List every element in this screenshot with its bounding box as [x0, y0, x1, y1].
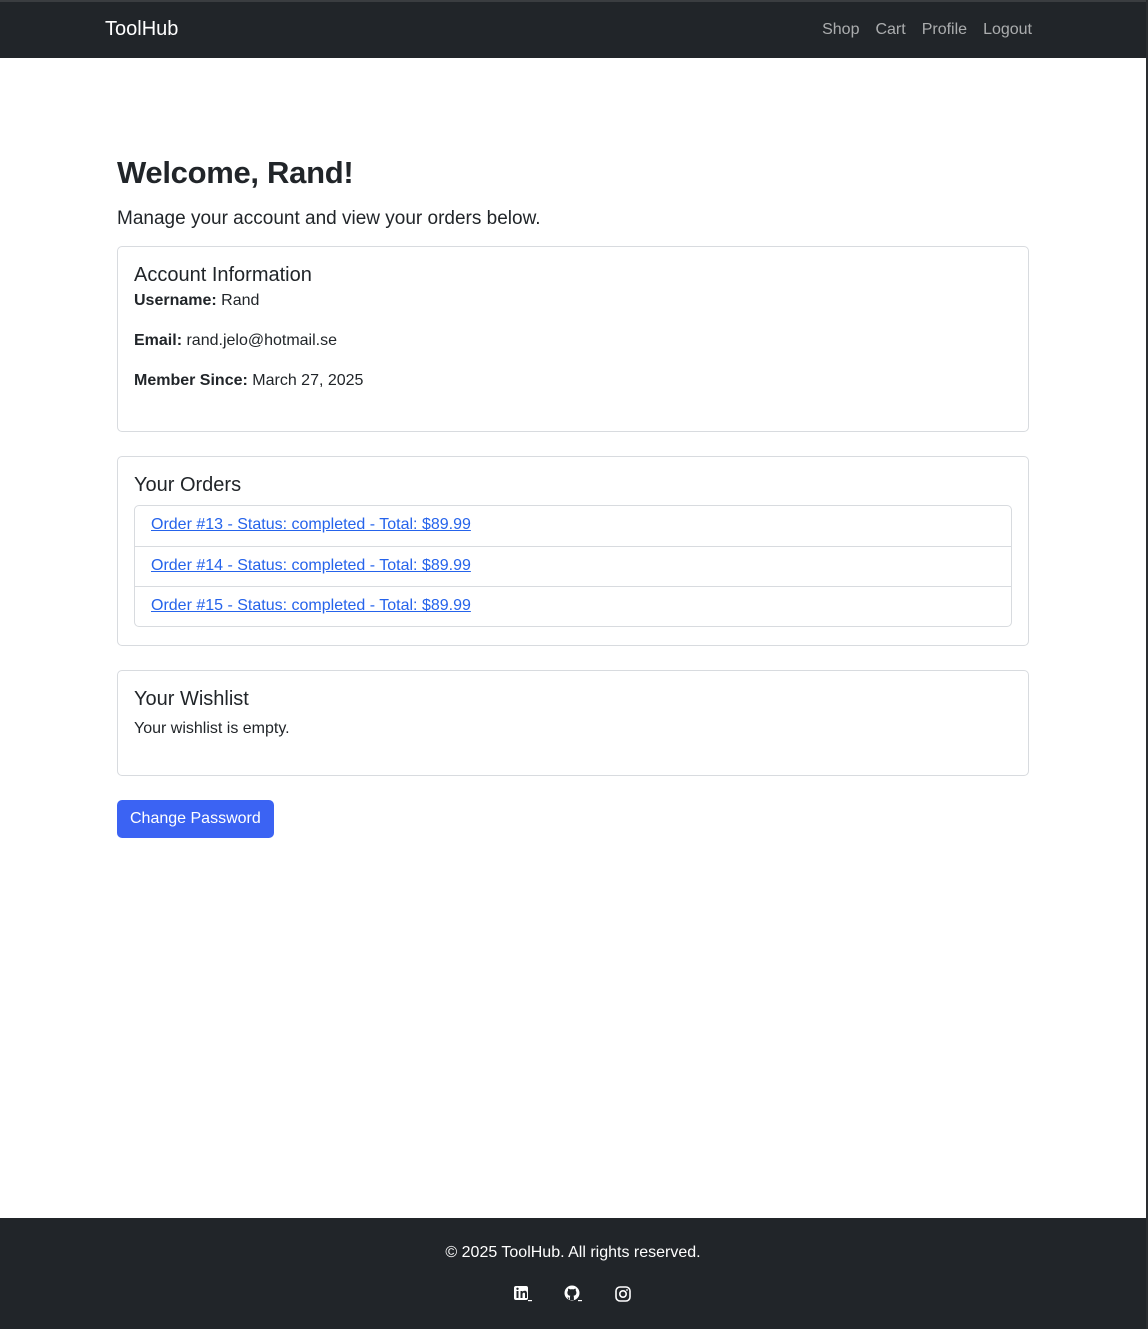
linkedin-icon[interactable] — [513, 1284, 533, 1304]
nav-profile-link[interactable]: Profile — [922, 21, 967, 39]
page-lead: Manage your account and view your orders… — [117, 208, 541, 229]
order-link-15[interactable]: Order #15 - Status: completed - Total: $… — [151, 597, 471, 614]
order-link-13[interactable]: Order #13 - Status: completed - Total: $… — [151, 516, 471, 533]
social-links — [0, 1284, 1146, 1304]
instagram-icon[interactable] — [613, 1284, 633, 1304]
github-icon[interactable] — [563, 1284, 583, 1304]
brand-link[interactable]: ToolHub — [105, 18, 178, 41]
page-title: Welcome, Rand! — [117, 155, 354, 190]
list-item: Order #15 - Status: completed - Total: $… — [135, 586, 1011, 626]
wishlist-empty-text: Your wishlist is empty. — [134, 720, 290, 737]
wishlist-title: Your Wishlist — [134, 688, 249, 710]
username-label: Username: — [134, 292, 217, 309]
navbar: ToolHub Shop Cart Profile Logout — [0, 0, 1146, 58]
nav-logout-link[interactable]: Logout — [983, 21, 1032, 39]
account-info-card: Account Information Username: Rand Email… — [117, 246, 1029, 432]
footer: © 2025 ToolHub. All rights reserved. — [0, 1218, 1146, 1329]
nav-shop-link[interactable]: Shop — [822, 21, 859, 39]
username-line: Username: Rand — [134, 291, 1012, 311]
order-link-14[interactable]: Order #14 - Status: completed - Total: $… — [151, 557, 471, 574]
nav-links: Shop Cart Profile Logout — [822, 21, 1032, 39]
account-info-title: Account Information — [134, 264, 312, 286]
nav-cart-link[interactable]: Cart — [875, 21, 905, 39]
email-value: rand.jelo@hotmail.se — [186, 332, 338, 349]
member-since-label: Member Since: — [134, 372, 248, 389]
email-label: Email: — [134, 332, 183, 349]
change-password-button[interactable]: Change Password — [117, 800, 274, 838]
main-content: Welcome, Rand! Manage your account and v… — [117, 150, 1029, 838]
username-value: Rand — [221, 292, 260, 309]
list-item: Order #13 - Status: completed - Total: $… — [135, 506, 1011, 546]
email-line: Email: rand.jelo@hotmail.se — [134, 331, 1012, 351]
orders-card: Your Orders Order #13 - Status: complete… — [117, 456, 1029, 646]
member-since-line: Member Since: March 27, 2025 — [134, 371, 1012, 391]
orders-list: Order #13 - Status: completed - Total: $… — [134, 505, 1012, 627]
orders-title: Your Orders — [134, 474, 242, 496]
footer-copyright: © 2025 ToolHub. All rights reserved. — [445, 1244, 701, 1261]
member-since-value: March 27, 2025 — [252, 372, 364, 389]
list-item: Order #14 - Status: completed - Total: $… — [135, 546, 1011, 586]
wishlist-card: Your Wishlist Your wishlist is empty. — [117, 670, 1029, 776]
